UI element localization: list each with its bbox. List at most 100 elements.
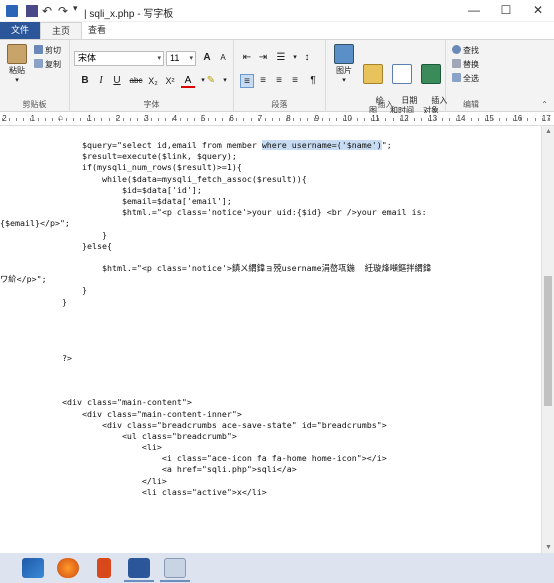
italic-button[interactable]: I [94, 74, 108, 88]
document-line[interactable]: <li class="active">x</li> [62, 487, 431, 498]
redo-icon[interactable]: ↷ [58, 5, 68, 17]
document-line[interactable]: <i class="ace-icon fa fa-home home-icon"… [62, 453, 431, 464]
document-line[interactable]: $id=$data['id']; [62, 185, 431, 196]
subscript-button[interactable]: X₂ [146, 74, 160, 88]
grow-font-button[interactable]: A [200, 51, 214, 65]
line-text: $result=execute($link, $query); [62, 151, 237, 162]
tab-home[interactable]: 主页 [40, 22, 82, 39]
line-text: <div class="main-content-inner"> [62, 408, 242, 419]
vertical-scrollbar[interactable]: ▲ ▼ [541, 126, 554, 553]
close-button[interactable]: ✕ [528, 3, 548, 17]
document-line[interactable] [62, 308, 431, 319]
document-line[interactable]: ワ紒</p>"; [0, 274, 493, 285]
document-line[interactable]: $email=$data['email']; [62, 196, 431, 207]
find-button[interactable]: 查找 [452, 45, 479, 56]
document-line[interactable] [62, 319, 431, 330]
shrink-font-button[interactable]: A [216, 51, 230, 65]
scroll-thumb[interactable] [544, 276, 552, 406]
picture-button[interactable]: 图片 ▾ [330, 44, 358, 86]
font-family-combo[interactable]: 宋体 ▾ [74, 51, 164, 66]
document-line[interactable]: } [62, 230, 431, 241]
maximize-button[interactable]: ☐ [496, 3, 516, 17]
scroll-down-icon[interactable]: ▼ [542, 544, 554, 551]
font-size-combo[interactable]: 11 ▾ [166, 51, 196, 66]
align-center-icon[interactable]: ≡ [256, 74, 270, 88]
underline-button[interactable]: U [110, 74, 124, 88]
save-icon[interactable] [26, 5, 38, 17]
wordpad-app-icon[interactable] [6, 5, 18, 17]
document-line[interactable]: }else{ [62, 241, 431, 252]
copy-button[interactable]: 复制 [34, 59, 61, 70]
document-line[interactable]: $html.="<p class='notice'>your uid:{$id}… [62, 207, 431, 218]
line-spacing-icon[interactable]: ↕ [300, 51, 314, 65]
document-line[interactable]: <div class="main-content-inner"> [62, 409, 431, 420]
strikethrough-button[interactable]: abc [127, 74, 145, 88]
bold-button[interactable]: B [78, 74, 92, 88]
justify-icon[interactable]: ≡ [288, 74, 302, 88]
document-line[interactable] [62, 330, 431, 341]
taskbar-app-icon[interactable] [97, 558, 111, 578]
document-line[interactable] [62, 364, 431, 375]
selected-text[interactable]: where username=('$name') [261, 140, 382, 150]
word-icon[interactable] [128, 558, 150, 578]
document-line[interactable]: if(mysqli_num_rows($result)>=1){ [62, 162, 431, 173]
collapse-ribbon-icon[interactable]: ⌃ [541, 100, 548, 109]
taskbar-app-icon[interactable] [22, 558, 44, 578]
chevron-down-icon[interactable]: ▾ [218, 74, 232, 88]
align-right-icon[interactable]: ≡ [272, 74, 286, 88]
paste-dropdown-icon[interactable]: ▾ [4, 76, 30, 86]
taskbar [0, 553, 554, 583]
replace-button[interactable]: 替换 [452, 59, 479, 70]
document-line[interactable]: <ul class="breadcrumb"> [62, 431, 431, 442]
paste-button[interactable]: 粘贴 ▾ [4, 44, 30, 86]
font-family-value: 宋体 [78, 53, 97, 63]
document-line[interactable]: <div class="main-content"> [62, 397, 431, 408]
document-line[interactable]: ?> [62, 353, 431, 364]
indent-marker-icon[interactable]: ⌂ [58, 113, 63, 122]
document-text[interactable]: $query="select id,email from member wher… [0, 140, 431, 498]
align-left-icon[interactable]: ≡ [240, 74, 254, 88]
bullets-icon[interactable]: ☰ [274, 51, 288, 65]
undo-icon[interactable]: ↶ [42, 5, 52, 17]
minimize-button[interactable]: — [464, 3, 484, 17]
wordpad-taskbar-icon[interactable] [164, 558, 186, 578]
object-icon [421, 64, 441, 84]
tab-file[interactable]: 文件 [0, 22, 40, 39]
document-line[interactable] [62, 341, 431, 352]
document-line[interactable]: <div class="breadcrumbs ace-save-state" … [62, 420, 431, 431]
document-line[interactable]: <li> [62, 442, 431, 453]
ruler-tick [527, 118, 529, 121]
ruler[interactable]: 2 1 1 2 3 4 5 6 7 8 9 10 11 12 13 14 15 16 17 ⌂ [0, 113, 554, 126]
document-line[interactable]: $result=execute($link, $query); [62, 151, 431, 162]
document-line[interactable] [62, 252, 431, 263]
tab-view[interactable]: 查看 [82, 22, 112, 39]
paragraph-settings-icon[interactable]: ¶ [306, 74, 320, 88]
ruler-tick [278, 118, 280, 121]
binoculars-icon [452, 45, 461, 54]
quick-access-dropdown-icon[interactable]: ▾ [73, 3, 78, 14]
select-all-button[interactable]: 全选 [452, 73, 479, 84]
document-area[interactable]: $query="select id,email from member wher… [0, 126, 541, 553]
document-line[interactable]: } [62, 297, 431, 308]
scroll-up-icon[interactable]: ▲ [542, 128, 554, 135]
document-line[interactable] [62, 375, 431, 386]
cut-button[interactable]: 剪切 [34, 45, 61, 56]
increase-indent-icon[interactable]: ⇥ [256, 51, 270, 65]
font-color-icon[interactable]: A [181, 74, 195, 88]
highlight-icon[interactable]: ✎ [204, 74, 218, 88]
decrease-indent-icon[interactable]: ⇤ [240, 51, 254, 65]
firefox-icon[interactable] [57, 558, 79, 578]
ruler-tick [328, 118, 330, 121]
document-line[interactable]: while($data=mysqli_fetch_assoc($result))… [62, 174, 431, 185]
document-line[interactable]: <a href="sqli.php">sqli</a> [62, 464, 431, 475]
superscript-button[interactable]: X² [163, 74, 177, 88]
document-line[interactable]: $query="select id,email from member wher… [62, 140, 431, 151]
document-line[interactable]: $html.="<p class='notice'>鎮ㄨ緭鍏ョ殑username… [62, 263, 431, 274]
line-text: <a href="sqli.php">sqli</a> [62, 464, 297, 475]
font-size-value: 11 [170, 53, 180, 63]
document-line[interactable]: </li> [62, 476, 431, 487]
document-line[interactable] [62, 386, 431, 397]
document-line[interactable]: } [62, 285, 431, 296]
line-text: $query="select id,email from member [62, 140, 262, 150]
document-line[interactable]: {$email}</p>"; [0, 218, 493, 229]
